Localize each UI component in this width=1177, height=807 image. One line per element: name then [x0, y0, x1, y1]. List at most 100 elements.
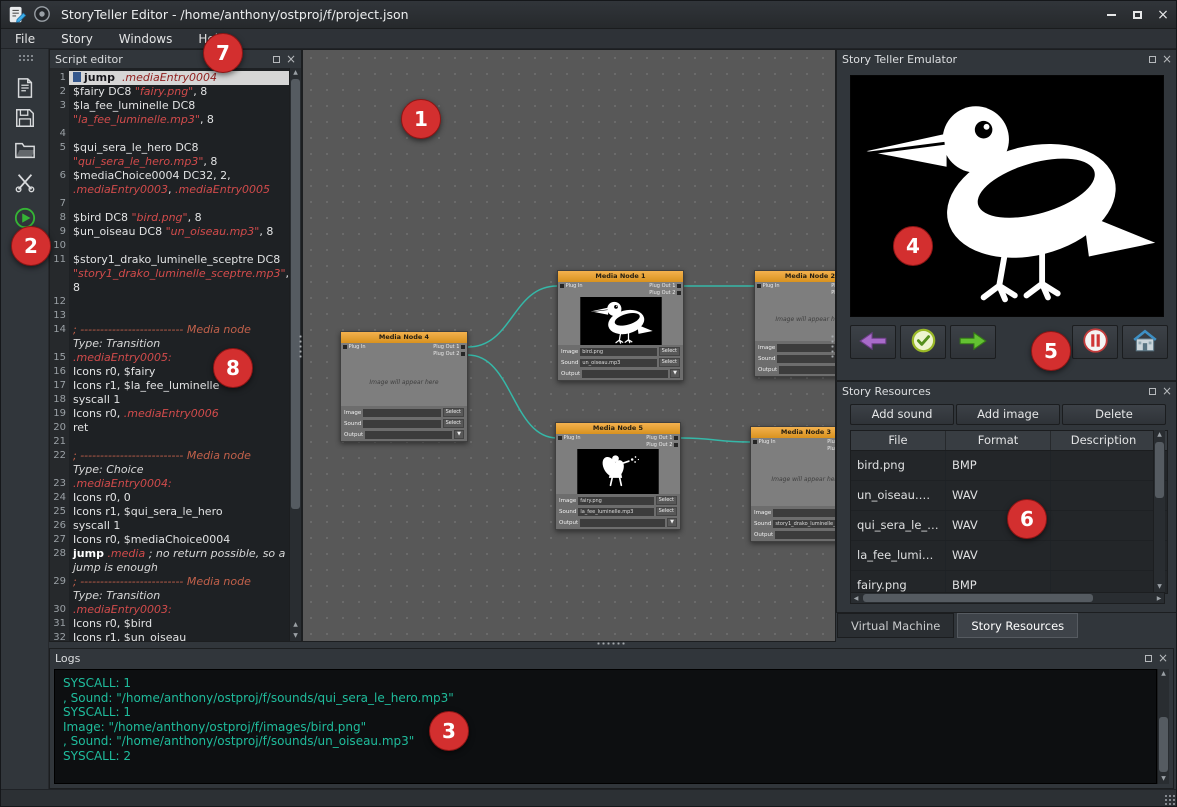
column-header[interactable]: Format	[946, 431, 1051, 450]
code-line[interactable]	[69, 239, 289, 253]
plug-in-port[interactable]: Plug In	[558, 435, 581, 448]
code-line[interactable]: Icons r0, $bird	[69, 617, 289, 631]
minimize-button[interactable]	[1100, 5, 1122, 25]
scrollbar-thumb[interactable]	[1155, 442, 1164, 498]
add-image-button[interactable]: Add image	[956, 404, 1060, 425]
plug-in-port[interactable]: Plug In	[753, 439, 776, 452]
code-line[interactable]: jump .media ; no return possible, so a	[69, 547, 289, 561]
plug-out-port[interactable]: Plug Out 1	[827, 439, 836, 445]
node-graph-canvas[interactable]: Media Node 4 Plug InPlug Out 1 Plug Out …	[302, 49, 836, 642]
graph-node[interactable]: Media Node 1 Plug In Plug Out 1 Plug Out …	[557, 270, 684, 381]
node-title[interactable]: Media Node 1	[558, 271, 683, 282]
node-title[interactable]: Media Node 2	[755, 271, 836, 282]
previous-button[interactable]	[850, 325, 896, 359]
plug-out-port[interactable]: Plug Out 1	[646, 435, 678, 441]
menu-file[interactable]: File	[13, 32, 37, 46]
scroll-right-icon[interactable]: ▶	[1154, 593, 1164, 603]
node-select-button[interactable]: Select	[443, 408, 464, 417]
plug-out-port[interactable]: Plug Out 2	[646, 442, 678, 448]
code-editor[interactable]: 1jump .mediaEntry00042$fairy DC8 "fairy.…	[50, 68, 289, 641]
float-icon[interactable]	[273, 52, 280, 66]
code-line[interactable]: .mediaEntry0004:	[69, 477, 289, 491]
node-field-value[interactable]	[777, 355, 836, 363]
cut-button[interactable]	[9, 167, 41, 197]
node-title[interactable]: Media Node 3	[751, 427, 836, 438]
close-icon[interactable]: ×	[1158, 652, 1168, 664]
code-line[interactable]: Icons r0, 0	[69, 491, 289, 505]
code-line[interactable]: syscall 1	[69, 393, 289, 407]
toolbar-drag-handle[interactable]	[18, 54, 33, 62]
code-line[interactable]: jump .mediaEntry0004	[69, 71, 289, 85]
splitter-handle[interactable]	[298, 334, 303, 358]
plug-in-port[interactable]: Plug In	[560, 283, 583, 296]
delete-button[interactable]: Delete	[1062, 404, 1166, 425]
node-title[interactable]: Media Node 5	[556, 423, 680, 434]
tab-story-resources[interactable]: Story Resources	[957, 613, 1078, 638]
code-line[interactable]	[69, 127, 289, 141]
code-line[interactable]: $un_oiseau DC8 "un_oiseau.mp3", 8	[69, 225, 289, 239]
node-field-value[interactable]	[582, 370, 668, 378]
node-field-value[interactable]: la_fee_luminelle.mp3	[578, 508, 653, 516]
plug-out-port[interactable]: Plug Out 1	[433, 344, 465, 350]
node-output-dropdown[interactable]: ▼	[454, 430, 464, 439]
node-field-value[interactable]: bird.png	[580, 348, 656, 356]
new-script-button[interactable]	[9, 73, 41, 103]
node-field-value[interactable]: fairy.png	[578, 497, 653, 505]
menu-windows[interactable]: Windows	[117, 32, 175, 46]
table-row[interactable]: la_fee_luminelle.mp3WAV	[851, 541, 1167, 571]
graph-node[interactable]: Media Node 3 Plug InPlug Out 1 Plug Out …	[750, 426, 836, 542]
save-button[interactable]	[9, 103, 41, 133]
code-line[interactable]: "la_fee_luminelle.mp3", 8	[69, 113, 289, 127]
plug-out-port[interactable]: Plug Out 2	[649, 290, 681, 296]
code-line[interactable]: Type: Choice	[69, 463, 289, 477]
code-line[interactable]: .mediaEntry0005:	[69, 351, 289, 365]
logs-output[interactable]: SYSCALL: 1, Sound: "/home/anthony/ostpro…	[54, 669, 1157, 784]
graph-node[interactable]: Media Node 4 Plug InPlug Out 1 Plug Out …	[340, 331, 468, 442]
table-row[interactable]: un_oiseau.mp3WAV	[851, 481, 1167, 511]
float-icon[interactable]	[1149, 384, 1156, 398]
code-line[interactable]	[69, 197, 289, 211]
code-line[interactable]: .mediaEntry0003, .mediaEntry0005	[69, 183, 289, 197]
column-header[interactable]: Description	[1051, 431, 1157, 450]
script-editor-header[interactable]: Script editor ×	[50, 50, 301, 68]
scroll-up-icon[interactable]: ▲	[1154, 430, 1165, 440]
node-select-button[interactable]: Select	[659, 347, 680, 356]
plug-out-port[interactable]: Plug Out 2	[433, 351, 465, 357]
code-line[interactable]: jump is enough	[69, 561, 289, 575]
next-button[interactable]	[950, 325, 996, 359]
scrollbar-thumb[interactable]	[291, 79, 300, 509]
maximize-button[interactable]	[1126, 5, 1148, 25]
menu-story[interactable]: Story	[59, 32, 95, 46]
code-line[interactable]	[69, 435, 289, 449]
resources-header[interactable]: Story Resources ×	[837, 382, 1177, 400]
plug-out-port[interactable]: Plug Out 1	[649, 283, 681, 289]
splitter-handle[interactable]	[596, 641, 626, 646]
scroll-up-icon[interactable]: ▲	[290, 68, 301, 78]
node-field-value[interactable]	[365, 431, 452, 439]
home-button[interactable]	[1122, 325, 1168, 359]
emulator-header[interactable]: Story Teller Emulator ×	[837, 50, 1177, 68]
tab-virtual-machine[interactable]: Virtual Machine	[837, 613, 954, 638]
node-output-dropdown[interactable]: ▼	[670, 369, 680, 378]
code-line[interactable]: Icons r0, $fairy	[69, 365, 289, 379]
scroll-up-icon[interactable]: ▲	[290, 620, 301, 630]
scroll-down-icon[interactable]: ▼	[1158, 774, 1169, 784]
add-sound-button[interactable]: Add sound	[850, 404, 954, 425]
close-icon[interactable]: ×	[1162, 385, 1172, 397]
scroll-left-icon[interactable]: ◀	[851, 593, 861, 603]
node-field-value[interactable]	[777, 344, 836, 352]
node-select-button[interactable]: Select	[443, 419, 464, 428]
splitter-handle[interactable]	[830, 334, 835, 358]
scrollbar-thumb[interactable]	[1159, 717, 1168, 772]
table-row[interactable]: bird.pngBMP	[851, 451, 1167, 481]
graph-node[interactable]: Media Node 2 Plug InPlug Out 1 Plug Out …	[754, 270, 836, 377]
node-output-dropdown[interactable]: ▼	[667, 518, 677, 527]
code-line[interactable]: $fairy DC8 "fairy.png", 8	[69, 85, 289, 99]
scroll-up-icon[interactable]: ▲	[1158, 669, 1169, 679]
graph-node[interactable]: Media Node 5 Plug In Plug Out 1 Plug Out …	[555, 422, 681, 530]
node-field-value[interactable]	[773, 509, 834, 517]
close-icon[interactable]: ×	[1162, 53, 1172, 65]
code-line[interactable]	[69, 295, 289, 309]
code-line[interactable]: Icons r1, $la_fee_luminelle	[69, 379, 289, 393]
scrollbar-thumb[interactable]	[863, 594, 1093, 602]
